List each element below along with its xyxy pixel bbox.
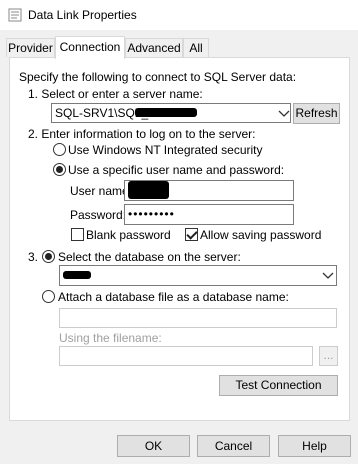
step3-label: 3. xyxy=(28,250,39,264)
specific-auth-radio[interactable] xyxy=(53,163,66,176)
chevron-down-icon[interactable] xyxy=(278,110,290,118)
cancel-button[interactable]: Cancel xyxy=(197,435,270,457)
refresh-button[interactable]: Refresh xyxy=(293,103,340,124)
allow-saving-password-label[interactable]: Allow saving password xyxy=(200,228,321,242)
help-button[interactable]: Help xyxy=(278,435,351,457)
window-title: Data Link Properties xyxy=(28,8,137,22)
redaction-mark xyxy=(135,108,197,117)
tab-advanced[interactable]: Advanced xyxy=(125,38,183,57)
step1-label: 1. Select or enter a server name: xyxy=(28,87,203,101)
test-connection-button[interactable]: Test Connection xyxy=(219,375,338,396)
specific-auth-label[interactable]: Use a specific user name and password: xyxy=(68,163,284,177)
filename-field[interactable] xyxy=(59,346,313,366)
using-filename-label: Using the filename: xyxy=(59,331,162,345)
attach-database-radio[interactable] xyxy=(42,290,55,303)
username-label: User name: xyxy=(70,184,133,198)
attach-database-name-field[interactable] xyxy=(59,308,337,328)
password-field[interactable]: ••••••••• xyxy=(124,204,294,225)
data-link-icon xyxy=(8,8,22,22)
blank-password-label[interactable]: Blank password xyxy=(86,228,171,242)
blank-password-checkbox[interactable] xyxy=(71,228,84,241)
tab-provider[interactable]: Provider xyxy=(6,38,55,57)
database-combobox[interactable] xyxy=(59,265,337,286)
allow-saving-password-checkbox[interactable] xyxy=(185,228,198,241)
select-database-label[interactable]: Select the database on the server: xyxy=(58,250,241,264)
select-database-radio[interactable] xyxy=(42,250,55,263)
windows-auth-radio[interactable] xyxy=(53,143,66,156)
attach-database-label[interactable]: Attach a database file as a database nam… xyxy=(58,290,289,304)
redaction-mark xyxy=(128,181,169,199)
password-label: Password: xyxy=(70,208,127,222)
intro-text: Specify the following to connect to SQL … xyxy=(19,70,297,84)
redaction-mark xyxy=(63,271,91,279)
tab-connection[interactable]: Connection xyxy=(55,36,125,59)
windows-auth-label[interactable]: Use Windows NT Integrated security xyxy=(68,143,263,157)
browse-button[interactable]: ... xyxy=(319,346,338,366)
step2-label: 2. Enter information to log on to the se… xyxy=(28,127,256,141)
password-value: ••••••••• xyxy=(128,207,175,221)
ok-button[interactable]: OK xyxy=(117,435,190,457)
tab-all[interactable]: All xyxy=(183,38,209,57)
chevron-down-icon[interactable] xyxy=(322,272,334,280)
